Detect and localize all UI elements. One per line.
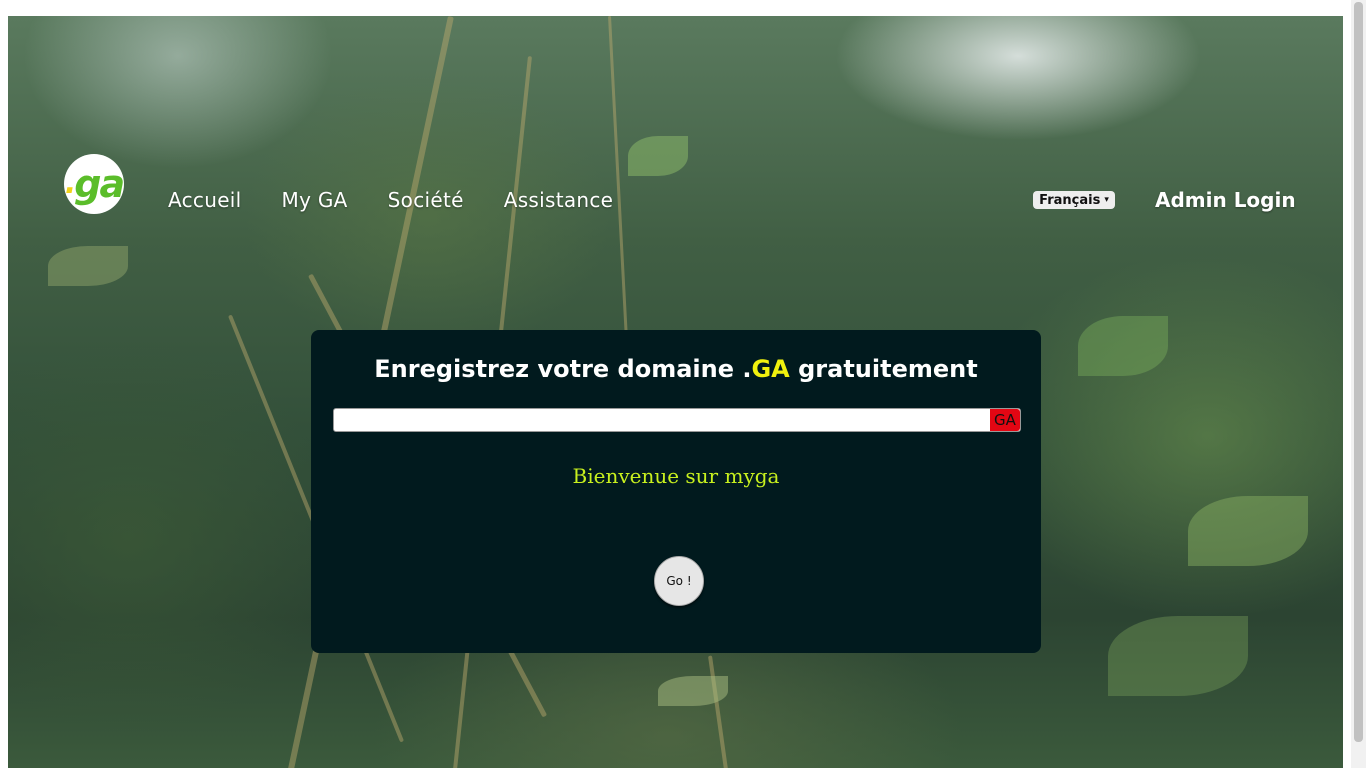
admin-login-link[interactable]: Admin Login: [1155, 188, 1296, 212]
background-leaf: [1108, 616, 1248, 696]
hero-background: . ga Accueil My GA Société Assistance Fra…: [8, 16, 1343, 768]
background-vine: [708, 655, 729, 768]
background-leaf: [658, 676, 728, 706]
nav-item-assistance[interactable]: Assistance: [504, 188, 614, 212]
language-selected-value: Français: [1039, 192, 1101, 208]
title-prefix: Enregistrez votre domaine .: [374, 355, 752, 383]
background-vine: [608, 16, 629, 346]
title-tld: GA: [751, 355, 790, 383]
vertical-scrollbar[interactable]: [1351, 0, 1366, 768]
scrollbar-thumb[interactable]: [1354, 2, 1363, 742]
background-leaf: [628, 136, 688, 176]
language-select[interactable]: Français ▾: [1033, 191, 1115, 209]
site-logo[interactable]: . ga: [64, 154, 125, 214]
nav-item-my-ga[interactable]: My GA: [282, 188, 348, 212]
chevron-down-icon: ▾: [1104, 195, 1109, 205]
background-leaf: [48, 246, 128, 286]
tld-badge: GA: [990, 409, 1020, 431]
background-leaf: [1078, 316, 1168, 376]
nav-item-societe[interactable]: Société: [388, 188, 464, 212]
logo-text: ga: [74, 162, 125, 206]
welcome-message: Bienvenue sur myga: [572, 464, 780, 488]
domain-input[interactable]: [334, 409, 984, 431]
page-title: Enregistrez votre domaine .GA gratuiteme…: [311, 355, 1041, 383]
background-leaf: [1188, 496, 1308, 566]
nav-item-accueil[interactable]: Accueil: [168, 188, 242, 212]
logo-dot: .: [64, 166, 76, 201]
domain-registration-card: Enregistrez votre domaine .GA gratuiteme…: [311, 330, 1041, 653]
domain-search-box: GA: [333, 408, 1021, 432]
title-suffix: gratuitement: [789, 355, 978, 383]
main-nav: Accueil My GA Société Assistance: [168, 188, 613, 212]
go-button[interactable]: Go !: [654, 556, 704, 606]
